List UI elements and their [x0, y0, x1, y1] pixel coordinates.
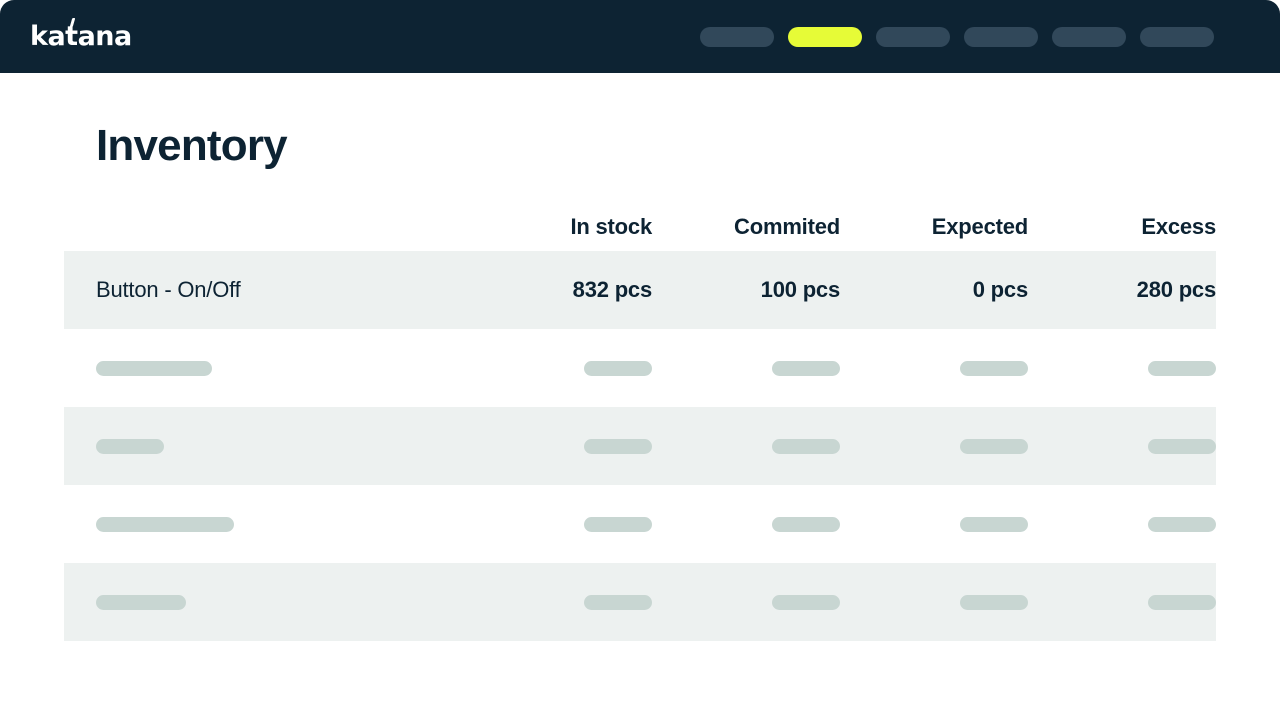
nav-item-4[interactable] — [964, 26, 1038, 47]
item-name: Button - On/Off — [96, 277, 241, 302]
table-row-skeleton[interactable] — [64, 329, 1216, 407]
nav-item-5[interactable] — [1052, 26, 1126, 47]
column-header-commited: Commited — [734, 214, 840, 239]
katana-logo[interactable]: katana — [30, 18, 132, 52]
skeleton-placeholder — [584, 360, 652, 376]
cell-commited — [652, 594, 840, 610]
table-row-skeleton[interactable] — [64, 563, 1216, 641]
skeleton-placeholder — [584, 516, 652, 532]
skeleton-placeholder — [960, 516, 1028, 532]
cell-expected — [840, 360, 1028, 376]
cell-excess: 280 pcs — [1028, 277, 1217, 303]
cell-in-stock — [464, 516, 652, 532]
main-content: Inventory In stock Commited Expected Excess… — [0, 73, 1280, 720]
cell-expected — [840, 594, 1028, 610]
skeleton-placeholder — [960, 360, 1028, 376]
item-value: 100 pcs — [760, 277, 841, 302]
cell-name — [64, 594, 464, 610]
cell-name: Button - On/Off — [64, 277, 464, 303]
skeleton-placeholder — [1148, 438, 1216, 454]
cell-name — [64, 516, 464, 532]
skeleton-placeholder — [1148, 594, 1216, 610]
cell-in-stock — [464, 438, 652, 454]
cell-name — [64, 360, 464, 376]
table-row[interactable]: Button - On/Off 832 pcs 100 pcs 0 pcs 280 pc… — [64, 251, 1216, 329]
cell-excess — [1028, 516, 1216, 532]
cell-excess — [1028, 360, 1216, 376]
table-row-skeleton[interactable] — [64, 407, 1216, 485]
page-title: Inventory — [96, 121, 288, 170]
skeleton-placeholder — [96, 594, 186, 610]
cell-in-stock — [464, 360, 652, 376]
table-row-skeleton[interactable] — [64, 485, 1216, 563]
skeleton-placeholder — [584, 594, 652, 610]
app-window: katana Inventory In stock Commited Expecte… — [0, 0, 1280, 720]
item-value: 0 pcs — [972, 277, 1028, 302]
nav-item-1[interactable] — [700, 26, 774, 47]
table-body: Button - On/Off 832 pcs 100 pcs 0 pcs 280 pc… — [64, 251, 1216, 641]
cell-commited — [652, 516, 840, 532]
column-header-in-stock: In stock — [570, 214, 652, 239]
skeleton-placeholder — [772, 360, 840, 376]
cell-expected: 0 pcs — [840, 277, 1028, 303]
skeleton-placeholder — [960, 594, 1028, 610]
skeleton-placeholder — [584, 438, 652, 454]
cell-name — [64, 438, 464, 454]
nav-item-2[interactable] — [788, 26, 862, 47]
cell-in-stock — [464, 594, 652, 610]
cell-commited — [652, 438, 840, 454]
table-header-row: In stock Commited Expected Excess — [64, 203, 1216, 251]
cell-commited — [652, 360, 840, 376]
skeleton-placeholder — [96, 438, 164, 454]
skeleton-placeholder — [960, 438, 1028, 454]
item-value: 280 pcs — [1136, 277, 1217, 302]
item-value: 832 pcs — [572, 277, 653, 302]
nav-pill-group — [700, 26, 1214, 47]
nav-item-3[interactable] — [876, 26, 950, 47]
cell-expected — [840, 438, 1028, 454]
skeleton-placeholder — [96, 516, 234, 532]
column-header-expected: Expected — [931, 214, 1028, 239]
column-header-excess: Excess — [1141, 214, 1216, 239]
cell-commited: 100 pcs — [652, 277, 841, 303]
cell-excess — [1028, 438, 1216, 454]
cell-expected — [840, 516, 1028, 532]
skeleton-placeholder — [1148, 516, 1216, 532]
top-navigation-bar: katana — [0, 0, 1280, 73]
cell-excess — [1028, 594, 1216, 610]
cell-in-stock: 832 pcs — [464, 277, 653, 303]
nav-item-6[interactable] — [1140, 26, 1214, 47]
katana-logo-text: katana — [30, 21, 132, 52]
skeleton-placeholder — [772, 438, 840, 454]
skeleton-placeholder — [1148, 360, 1216, 376]
skeleton-placeholder — [772, 594, 840, 610]
skeleton-placeholder — [772, 516, 840, 532]
skeleton-placeholder — [96, 360, 212, 376]
inventory-table: In stock Commited Expected Excess Button - … — [64, 203, 1216, 641]
